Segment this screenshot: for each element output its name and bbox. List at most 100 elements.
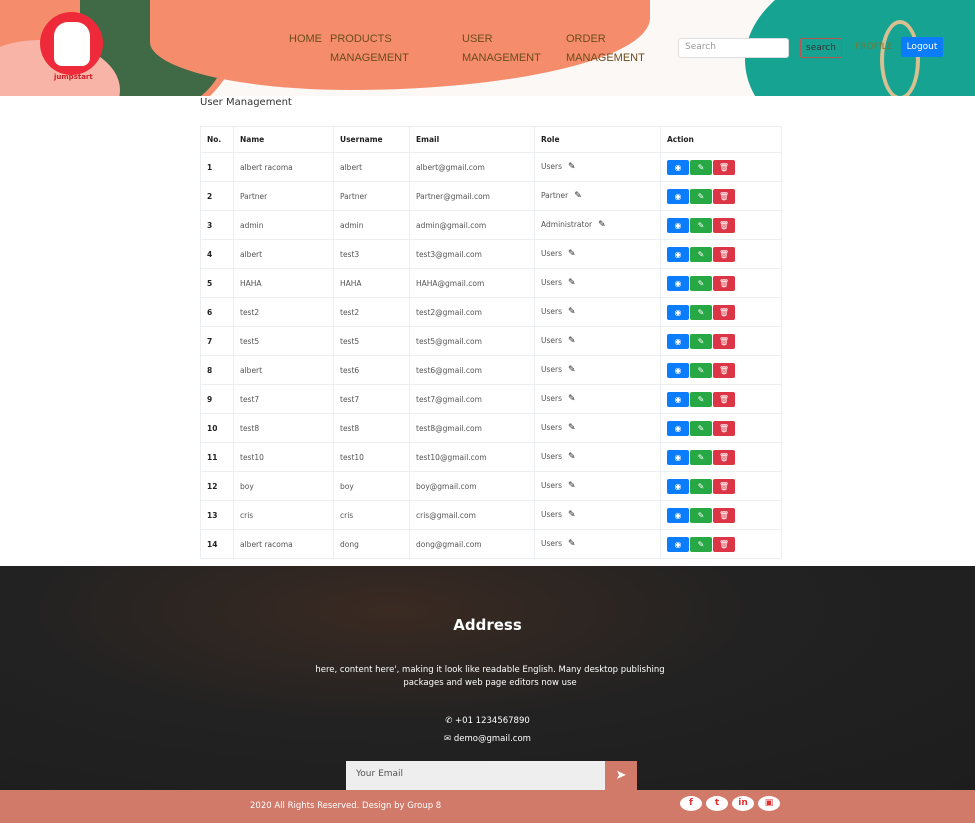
role-text: Administrator [541, 220, 593, 229]
view-button[interactable]: ◉ [667, 449, 689, 465]
edit-role-icon[interactable]: ✎ [568, 336, 576, 346]
delete-button[interactable]: 🗑 [713, 333, 735, 349]
delete-button[interactable]: 🗑 [713, 507, 735, 523]
row-name: test7 [233, 384, 334, 414]
edit-button[interactable]: ✎ [690, 536, 712, 552]
delete-button[interactable]: 🗑 [713, 362, 735, 378]
nav-order-management[interactable]: ORDER MANAGEMENT [566, 30, 646, 68]
row-name: admin [233, 210, 334, 240]
delete-button[interactable]: 🗑 [713, 420, 735, 436]
nav-user-management[interactable]: USER MANAGEMENT [462, 30, 542, 68]
edit-role-icon[interactable]: ✎ [598, 220, 606, 230]
delete-button[interactable]: 🗑 [713, 188, 735, 204]
table-row: 4 albert test3 test3@gmail.com Users ✎ ◉ ✎ 🗑 [200, 239, 782, 269]
edit-role-icon[interactable]: ✎ [568, 510, 576, 520]
row-username: test2 [333, 297, 410, 327]
logout-button[interactable]: Logout [901, 37, 943, 57]
newsletter-email-input[interactable]: Your Email [346, 761, 605, 790]
edit-icon: ✎ [697, 307, 705, 317]
view-button[interactable]: ◉ [667, 275, 689, 291]
row-no: 7 [200, 326, 234, 356]
row-actions: ◉ ✎ 🗑 [660, 413, 782, 443]
view-button[interactable]: ◉ [667, 362, 689, 378]
delete-button[interactable]: 🗑 [713, 536, 735, 552]
view-button[interactable]: ◉ [667, 507, 689, 523]
view-button[interactable]: ◉ [667, 188, 689, 204]
edit-button[interactable]: ✎ [690, 507, 712, 523]
edit-button[interactable]: ✎ [690, 391, 712, 407]
edit-icon: ✎ [697, 278, 705, 288]
delete-button[interactable]: 🗑 [713, 246, 735, 262]
edit-role-icon[interactable]: ✎ [568, 162, 576, 172]
view-button[interactable]: ◉ [667, 159, 689, 175]
col-username: Username [333, 126, 410, 153]
delete-button[interactable]: 🗑 [713, 391, 735, 407]
trash-icon: 🗑 [718, 278, 730, 288]
edit-button[interactable]: ✎ [690, 159, 712, 175]
row-no: 3 [200, 210, 234, 240]
edit-role-icon[interactable]: ✎ [568, 249, 576, 259]
nav-home[interactable]: HOME [289, 30, 322, 49]
email-text: demo@gmail.com [453, 734, 531, 744]
edit-button[interactable]: ✎ [690, 333, 712, 349]
eye-icon: ◉ [674, 481, 682, 491]
edit-button[interactable]: ✎ [690, 188, 712, 204]
send-button[interactable]: ➤ [605, 761, 637, 790]
search-input[interactable]: Search [678, 38, 789, 58]
edit-role-icon[interactable]: ✎ [568, 278, 576, 288]
site-header: jumpstart HOME PRODUCTS MANAGEMENT USER … [0, 0, 975, 96]
edit-button[interactable]: ✎ [690, 478, 712, 494]
delete-button[interactable]: 🗑 [713, 217, 735, 233]
row-username: admin [333, 210, 410, 240]
edit-button[interactable]: ✎ [690, 275, 712, 291]
edit-button[interactable]: ✎ [690, 217, 712, 233]
view-button[interactable]: ◉ [667, 391, 689, 407]
delete-button[interactable]: 🗑 [713, 304, 735, 320]
view-button[interactable]: ◉ [667, 420, 689, 436]
edit-button[interactable]: ✎ [690, 304, 712, 320]
edit-role-icon[interactable]: ✎ [568, 539, 576, 549]
instagram-icon[interactable]: ▣ [758, 796, 780, 811]
linkedin-icon[interactable]: in [732, 796, 754, 811]
col-email: Email [409, 126, 535, 153]
view-button[interactable]: ◉ [667, 246, 689, 262]
row-role: Partner ✎ [534, 181, 661, 211]
row-email: test8@gmail.com [409, 413, 535, 443]
view-button[interactable]: ◉ [667, 304, 689, 320]
edit-role-icon[interactable]: ✎ [568, 365, 576, 375]
table-row: 5 HAHA HAHA HAHA@gmail.com Users ✎ ◉ ✎ 🗑 [200, 268, 782, 298]
row-username: boy [333, 471, 410, 501]
delete-button[interactable]: 🗑 [713, 449, 735, 465]
edit-button[interactable]: ✎ [690, 449, 712, 465]
edit-role-icon[interactable]: ✎ [568, 423, 576, 433]
row-actions: ◉ ✎ 🗑 [660, 355, 782, 385]
search-button[interactable]: search [800, 38, 842, 58]
edit-button[interactable]: ✎ [690, 246, 712, 262]
edit-role-icon[interactable]: ✎ [574, 191, 582, 201]
edit-role-icon[interactable]: ✎ [568, 394, 576, 404]
delete-button[interactable]: 🗑 [713, 478, 735, 494]
edit-icon: ✎ [697, 452, 705, 462]
edit-button[interactable]: ✎ [690, 420, 712, 436]
facebook-icon[interactable]: f [680, 796, 702, 811]
view-button[interactable]: ◉ [667, 333, 689, 349]
edit-role-icon[interactable]: ✎ [568, 452, 576, 462]
logo[interactable] [40, 12, 103, 75]
trash-icon: 🗑 [718, 452, 730, 462]
eye-icon: ◉ [674, 249, 682, 259]
edit-role-icon[interactable]: ✎ [568, 481, 576, 491]
view-button[interactable]: ◉ [667, 536, 689, 552]
edit-button[interactable]: ✎ [690, 362, 712, 378]
edit-role-icon[interactable]: ✎ [568, 307, 576, 317]
trash-icon: 🗑 [718, 539, 730, 549]
delete-button[interactable]: 🗑 [713, 275, 735, 291]
row-name: boy [233, 471, 334, 501]
row-email: HAHA@gmail.com [409, 268, 535, 298]
nav-products-management[interactable]: PRODUCTS MANAGEMENT [330, 30, 430, 68]
view-button[interactable]: ◉ [667, 217, 689, 233]
twitter-icon[interactable]: t [706, 796, 728, 811]
delete-button[interactable]: 🗑 [713, 159, 735, 175]
row-username: test7 [333, 384, 410, 414]
profile-link[interactable]: PROFILE [855, 42, 892, 52]
view-button[interactable]: ◉ [667, 478, 689, 494]
